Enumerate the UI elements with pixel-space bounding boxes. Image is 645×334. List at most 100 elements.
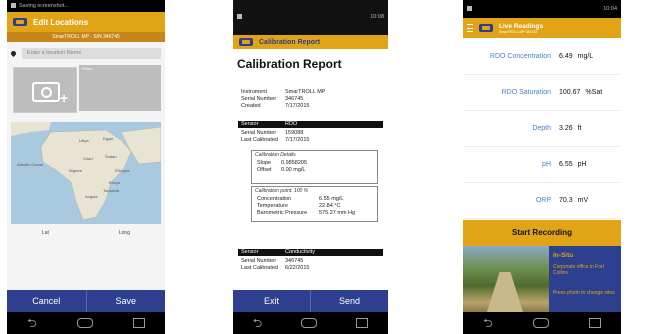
map-label: Tanzania [103, 188, 120, 193]
menu-icon[interactable] [467, 24, 473, 32]
map-label: Angola [85, 194, 98, 199]
back-icon[interactable]: ⮌ [27, 317, 37, 329]
value: 6/22/2015 [285, 265, 310, 271]
value: 159088 [285, 130, 304, 136]
readings-panel: RDO Concentration 6.49 mg/L RDO Saturati… [463, 38, 621, 220]
app-bar: Calibration Report [233, 35, 388, 49]
key: Serial Number [241, 96, 277, 102]
back-icon[interactable]: ⮌ [483, 317, 493, 329]
status-text: Saving screenshot... [19, 3, 69, 9]
live-readings-phone: 10:04 Live Readings SmarTROLL MP 346745 … [463, 0, 621, 334]
slope-row: Slope 0.9858205 [257, 160, 307, 166]
app-logo-icon [239, 38, 253, 46]
offset-row: Offset 0.00 mg/L [257, 167, 305, 173]
app-logo-icon [13, 18, 27, 26]
map-label: Atlantic Ocean [17, 162, 44, 167]
map-label: Chad [83, 156, 93, 161]
key: Last Calibrated [241, 265, 278, 271]
key: Slope [257, 160, 272, 166]
status-bar: 10:08 [233, 8, 388, 26]
reading-value: 6.49 [559, 52, 573, 60]
save-button[interactable]: Save [85, 290, 166, 312]
location-pin-icon [9, 49, 18, 57]
map-view[interactable]: Atlantic Ocean Libya Egypt Chad Sudan Ni… [11, 122, 161, 224]
reading-row: RDO Saturation 100.67 %Sat [463, 74, 621, 111]
long-field[interactable]: Long [119, 230, 130, 236]
temperature-row: Temperature 22.84 °C [257, 203, 340, 209]
reading-unit: ft [577, 124, 582, 132]
exit-button[interactable]: Exit [233, 290, 310, 312]
sensor-calibrated-row: Last Calibrated 7/17/2015 [241, 137, 309, 143]
map-label: Kenya [109, 180, 121, 185]
value: 7/17/2015 [285, 137, 310, 143]
barometric-row: Barometric Pressure 575.27 mm Hg [257, 210, 355, 216]
photo-label: Photo [82, 66, 93, 71]
instrument-subtitle: SmarTROLL MP - S/N 346745 [7, 32, 165, 42]
calibration-report-phone: 10:08 Calibration Report Calibration Rep… [233, 0, 388, 334]
sensor-header: Sensor RDO [238, 121, 383, 128]
start-recording-button[interactable]: Start Recording [463, 220, 621, 246]
value: 7/17/2015 [285, 103, 310, 109]
key: Sensor [241, 121, 259, 127]
reading-row: Depth 3.26 ft [463, 110, 621, 147]
location-name-input[interactable]: Enter a location Name [22, 47, 161, 59]
key: Serial Number [241, 130, 277, 136]
home-icon[interactable] [532, 318, 549, 328]
sensor-calibrated-row: Last Calibrated 6/22/2015 [241, 265, 309, 271]
app-bar: Edit Locations [7, 12, 165, 32]
back-icon[interactable]: ⮌ [253, 317, 263, 329]
reading-value: 6.55 [559, 160, 573, 168]
app-logo-icon [479, 24, 493, 32]
cancel-button[interactable]: Cancel [7, 290, 86, 312]
value: 575.27 mm Hg [319, 210, 356, 216]
system-nav-bar: ⮌ [463, 312, 621, 334]
reading-label: RDO Concentration [489, 52, 551, 60]
reading-label: Depth [532, 124, 551, 132]
page-title: Live Readings [499, 22, 544, 30]
bottom-action-bar: Cancel Save [7, 290, 165, 312]
recent-apps-icon[interactable] [132, 318, 145, 328]
calibration-point-label: Calibration point: 100 % [255, 188, 309, 194]
lat-field[interactable]: Lat [42, 230, 49, 236]
send-button[interactable]: Send [310, 290, 388, 312]
reading-row: RDO Concentration 6.49 mg/L [463, 38, 621, 75]
created-row: Created 7/17/2015 [241, 103, 309, 109]
reading-unit: mV [577, 196, 589, 204]
site-description: Corporate office in Fort Collins [553, 264, 605, 276]
key: Barometric Pressure [257, 210, 308, 216]
value: Conductivity [285, 249, 315, 255]
title-block: Live Readings SmarTROLL MP 346745 [499, 23, 543, 34]
concentration-row: Concentration 6.55 mg/L [257, 196, 343, 202]
status-bar: 10:04 [463, 0, 621, 18]
reading-value: 100.67 [559, 88, 581, 96]
key: Offset [257, 167, 272, 173]
calibration-details-label: Calibration Details [255, 152, 296, 158]
reading-unit: mg/L [577, 52, 594, 60]
reading-unit: %Sat [585, 88, 603, 96]
key: Last Calibrated [241, 137, 278, 143]
photo-preview[interactable]: Photo [79, 65, 161, 111]
sensor-serial-row: Serial Number 159088 [241, 130, 303, 136]
reading-label: RDO Saturation [501, 88, 551, 96]
home-icon[interactable] [76, 318, 93, 328]
lat-long-row: Lat Long [7, 230, 165, 236]
recent-apps-icon[interactable] [356, 318, 369, 328]
key: Temperature [257, 203, 288, 209]
notification-icon [237, 14, 242, 20]
app-bar: Live Readings SmarTROLL MP 346745 [463, 18, 621, 38]
reading-label: pH [542, 160, 551, 168]
key: Concentration [257, 196, 292, 202]
bottom-action-bar: Exit Send [233, 290, 388, 312]
key: Serial Number [241, 258, 277, 264]
key: Created [241, 103, 261, 109]
system-nav-bar: ⮌ [233, 312, 388, 334]
reading-label: ORP [535, 196, 551, 204]
site-photo[interactable] [463, 246, 549, 312]
recent-apps-icon[interactable] [588, 318, 601, 328]
home-icon[interactable] [301, 318, 318, 328]
instrument-row: Instrument SmarTROLL MP [241, 89, 325, 95]
sensor-serial-row: Serial Number 346745 [241, 258, 303, 264]
reading-unit: pH [577, 160, 587, 168]
map-label: Sudan [105, 154, 117, 159]
add-photo-button[interactable]: + [13, 67, 77, 113]
